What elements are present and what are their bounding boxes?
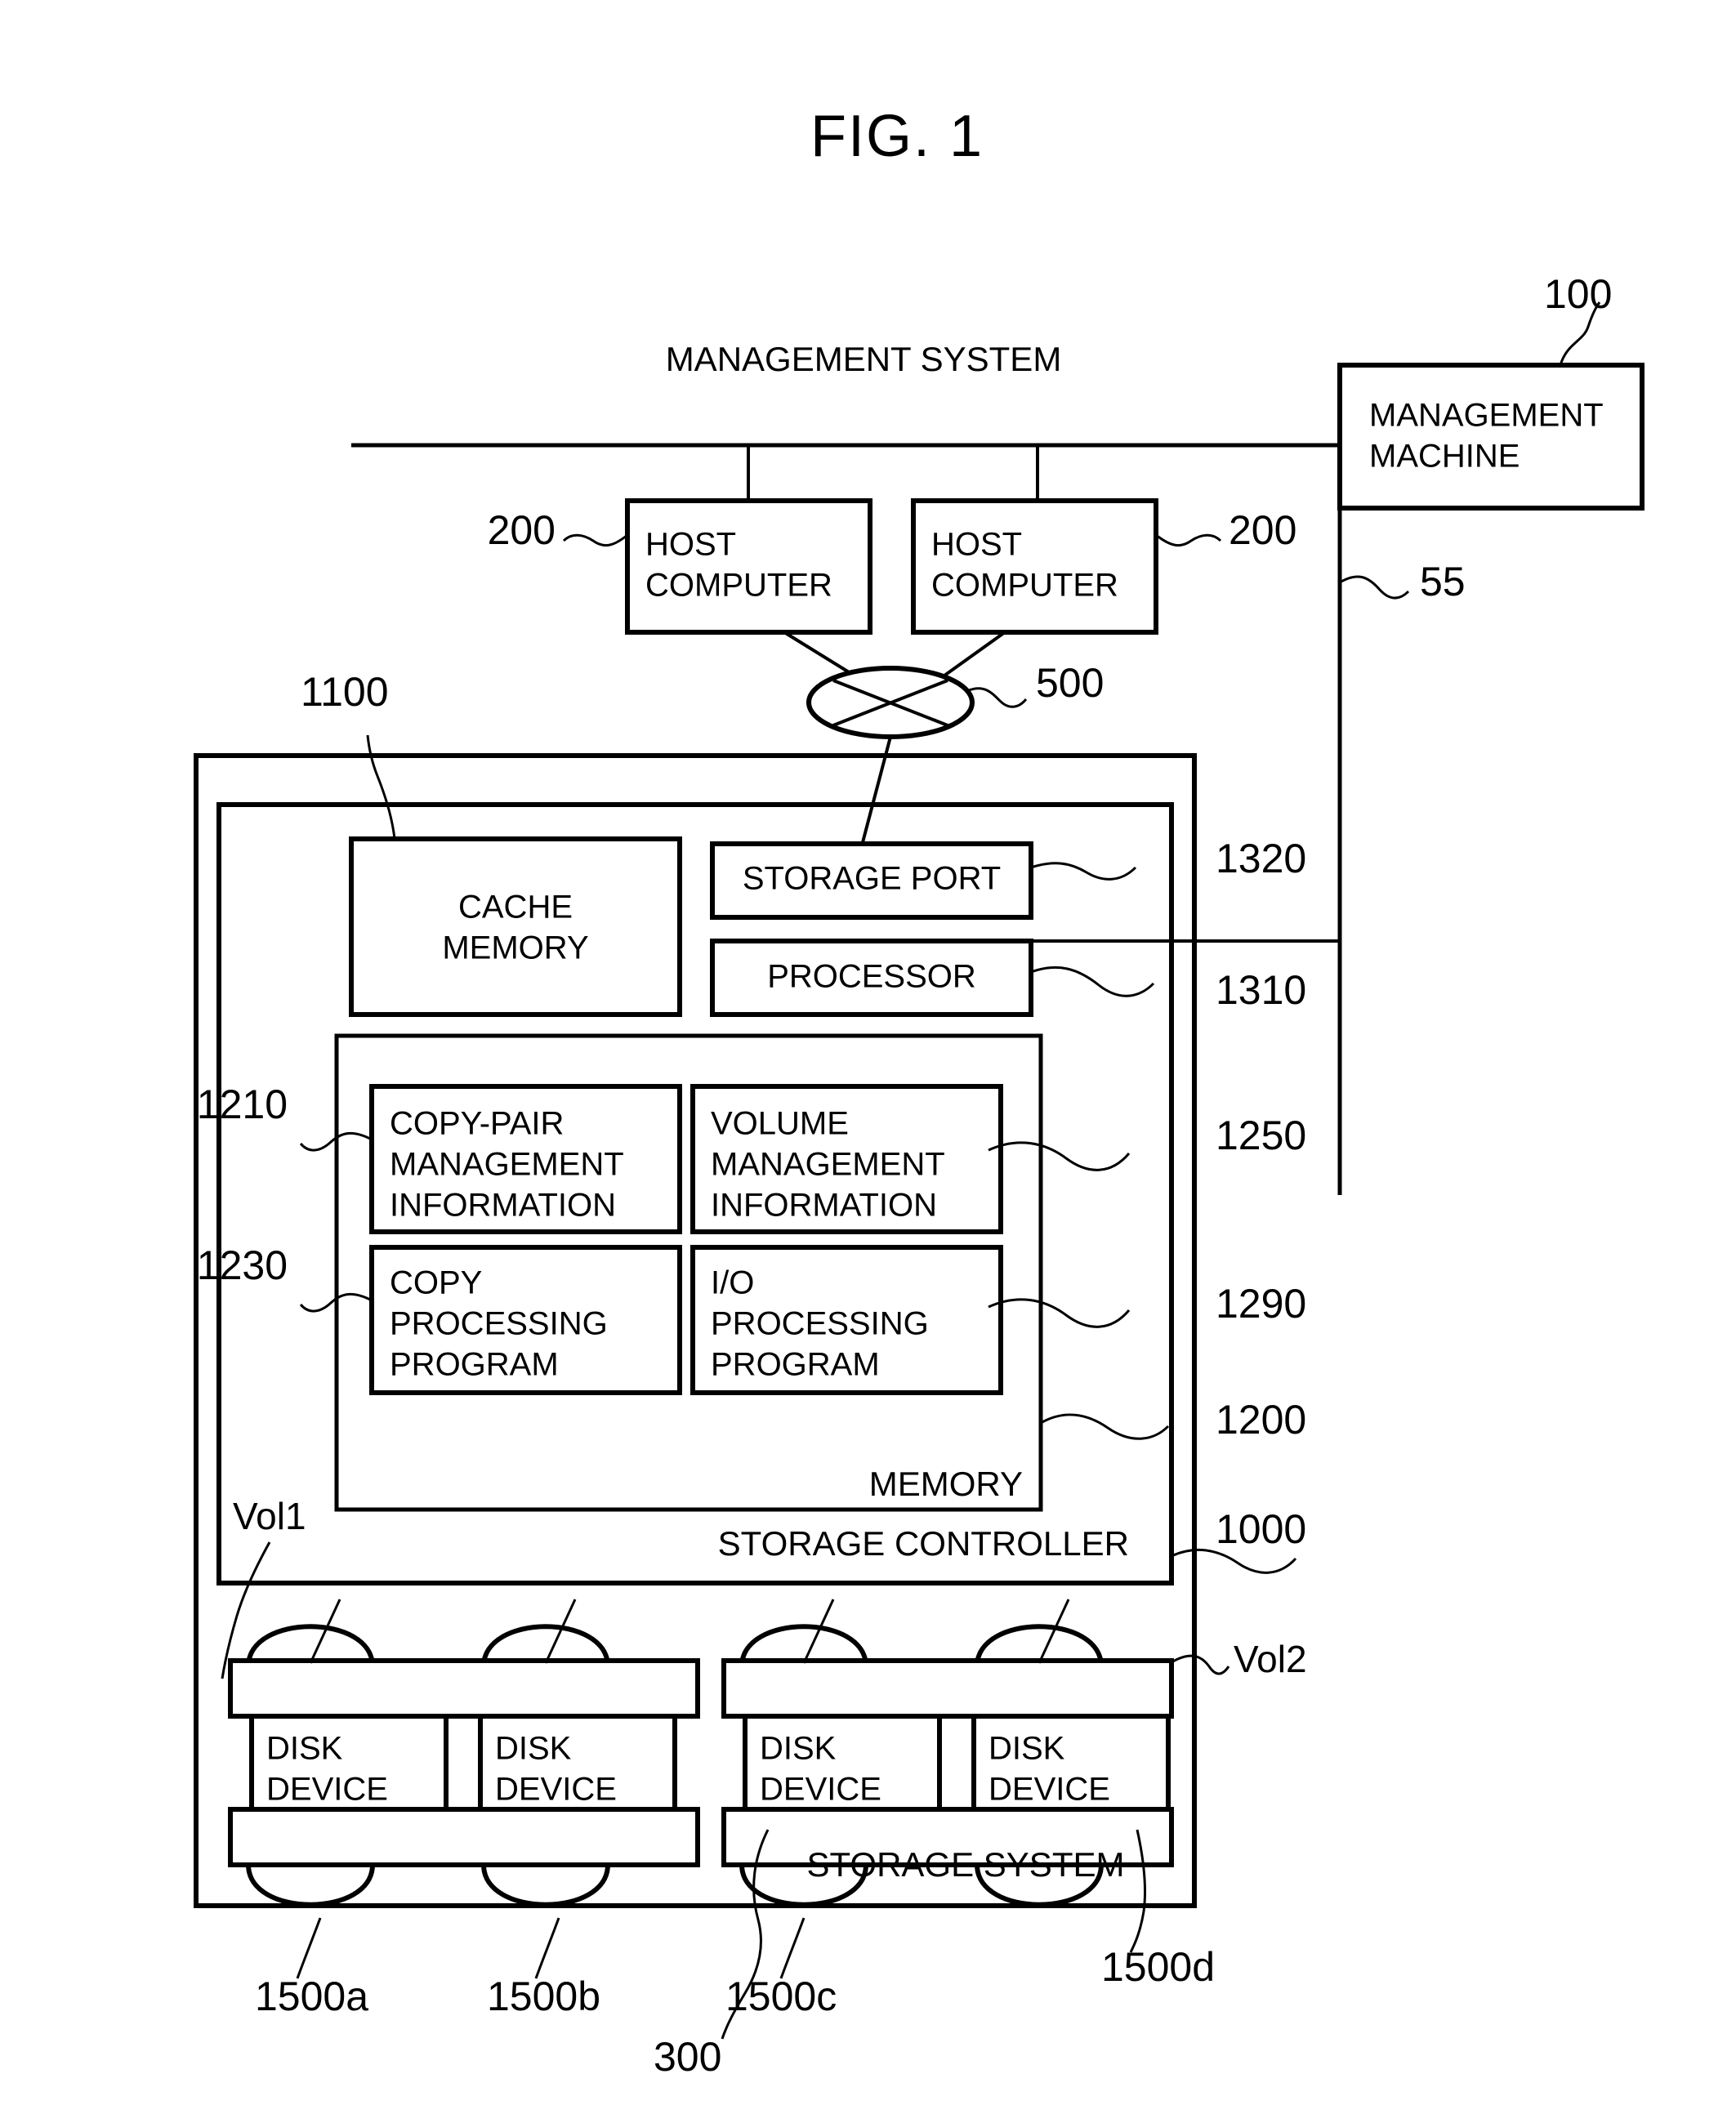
management-machine-label-line2: MACHINE xyxy=(1369,439,1520,475)
memory-label: MEMORY xyxy=(869,1465,1023,1503)
disk-c-leader xyxy=(779,1917,806,1979)
ref-1210: 1210 xyxy=(197,1082,288,1127)
cache-memory-box[interactable] xyxy=(349,836,682,1017)
disk-dome-bottom-a xyxy=(245,1862,376,1907)
disk-device-a-line1: DISK xyxy=(266,1731,343,1767)
processor-leader xyxy=(1030,966,1155,997)
ref-1100: 1100 xyxy=(301,669,389,715)
disk-device-d-line2: DEVICE xyxy=(988,1772,1110,1808)
host-computer-right-label-line1: HOST xyxy=(931,527,1022,563)
ref-200-right: 200 xyxy=(1229,507,1296,553)
host-computer-left-label-line2: COMPUTER xyxy=(645,568,832,604)
patent-figure-diagram: FIG. 1 MANAGEMENT SYSTEM MANAGEMENT MACH… xyxy=(194,104,1645,2080)
ref-1230: 1230 xyxy=(197,1242,288,1288)
host-computer-left-leader xyxy=(562,533,628,547)
vol2-leader xyxy=(1171,1654,1230,1675)
ref-1500b: 1500b xyxy=(487,1974,600,2019)
ref-100: 100 xyxy=(1544,271,1612,317)
ref-1320: 1320 xyxy=(1216,836,1306,881)
volume-bar-vol1-bottom[interactable] xyxy=(228,1807,700,1867)
ref-1310: 1310 xyxy=(1216,967,1306,1013)
host-computer-right-box[interactable] xyxy=(911,498,1158,635)
disk-device-c-line2: DEVICE xyxy=(760,1772,881,1808)
io-program-line1: I/O xyxy=(711,1265,754,1301)
cache-memory-label-line2: MEMORY xyxy=(442,930,588,966)
host-computer-right-label-line2: COMPUTER xyxy=(931,568,1118,604)
host-computer-right-leader xyxy=(1155,533,1222,547)
cache-memory-label-line1: CACHE xyxy=(458,890,573,925)
volume-info-line1: VOLUME xyxy=(711,1106,849,1142)
io-program-line2: PROCESSING xyxy=(711,1306,929,1342)
processor-label: PROCESSOR xyxy=(767,959,976,995)
ref-1500c: 1500c xyxy=(725,1974,837,2019)
figure-container: FIG. 1 MANAGEMENT SYSTEM MANAGEMENT MACH… xyxy=(0,0,1736,2114)
vol2-label: Vol2 xyxy=(1234,1638,1307,1680)
storage-system-label: STORAGE SYSTEM xyxy=(807,1845,1125,1884)
management-machine-box[interactable] xyxy=(1337,363,1645,511)
management-machine-label-line1: MANAGEMENT xyxy=(1369,398,1604,434)
disk-b-leader xyxy=(534,1917,560,1979)
copy-pair-info-line1: COPY-PAIR xyxy=(390,1106,564,1142)
switch-leader xyxy=(968,687,1028,708)
storage-port-label: STORAGE PORT xyxy=(743,861,1001,897)
volume-bar-vol1-top[interactable] xyxy=(228,1658,700,1719)
management-system-label: MANAGEMENT SYSTEM xyxy=(666,340,1062,378)
ref-1200: 1200 xyxy=(1216,1397,1306,1443)
copy-pair-info-line3: INFORMATION xyxy=(390,1188,616,1224)
copy-program-line2: PROCESSING xyxy=(390,1306,608,1342)
ref-1500a: 1500a xyxy=(255,1974,368,2019)
ref-500: 500 xyxy=(1036,660,1104,706)
volume-info-line2: MANAGEMENT xyxy=(711,1147,945,1183)
host-computer-left-box[interactable] xyxy=(625,498,872,635)
ref-1500d: 1500d xyxy=(1101,1944,1215,1990)
volume-info-line3: INFORMATION xyxy=(711,1188,937,1224)
io-program-line3: PROGRAM xyxy=(711,1347,880,1383)
copy-pair-info-line2: MANAGEMENT xyxy=(390,1147,624,1183)
storage-controller-leader xyxy=(1171,1548,1297,1574)
cache-memory-leader xyxy=(366,734,396,840)
copy-program-line3: PROGRAM xyxy=(390,1347,559,1383)
storage-port-leader xyxy=(1030,862,1137,881)
disk-device-c-line1: DISK xyxy=(760,1731,837,1767)
management-network-leader xyxy=(1339,575,1410,600)
copy-program-line1: COPY xyxy=(390,1265,482,1301)
disk-device-d-line1: DISK xyxy=(988,1731,1065,1767)
figure-title: FIG. 1 xyxy=(810,104,984,169)
ref-55: 55 xyxy=(1420,559,1466,604)
disk-device-a-line2: DEVICE xyxy=(266,1772,388,1808)
ref-200-left: 200 xyxy=(488,507,556,553)
switch-to-storage-port-line xyxy=(860,736,892,846)
storage-controller-label: STORAGE CONTROLLER xyxy=(718,1524,1129,1563)
volume-bar-vol2-top[interactable] xyxy=(721,1658,1174,1719)
vol1-label: Vol1 xyxy=(233,1495,306,1537)
ref-300: 300 xyxy=(654,2034,721,2080)
disk-a-leader xyxy=(296,1917,322,1979)
host-computer-left-label-line1: HOST xyxy=(645,527,736,563)
disk-device-b-line1: DISK xyxy=(495,1731,572,1767)
memory-leader xyxy=(1040,1413,1170,1440)
disk-device-b-line2: DEVICE xyxy=(495,1772,617,1808)
ref-1000: 1000 xyxy=(1216,1506,1306,1552)
ref-1250: 1250 xyxy=(1216,1113,1306,1158)
disk-dome-bottom-b xyxy=(480,1862,611,1907)
ref-1290: 1290 xyxy=(1216,1281,1306,1327)
